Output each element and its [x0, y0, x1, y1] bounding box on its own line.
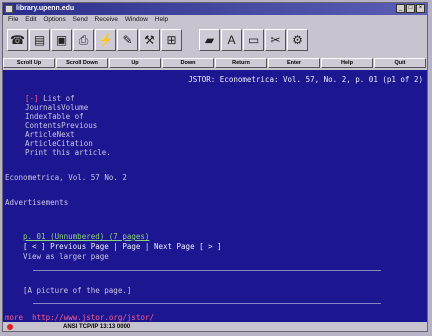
link-index-table[interactable]: IndexTable of: [25, 112, 84, 121]
advertisements-label: Advertisements: [5, 198, 69, 207]
menu-help[interactable]: Help: [155, 16, 168, 23]
page-header: JSTOR: Econometrica: Vol. 57, No. 2, p. …: [188, 75, 423, 84]
settings-icon[interactable]: ⚙: [287, 29, 308, 51]
page-picture-placeholder: [A picture of the page.]: [23, 286, 132, 295]
down-button[interactable]: Down: [162, 58, 214, 68]
link-contents-previous[interactable]: ContentsPrevious: [25, 121, 97, 130]
close-button[interactable]: ×: [416, 4, 425, 13]
save-icon[interactable]: ▣: [51, 29, 72, 51]
url-line[interactable]: more http://www.jstor.org/jstor/: [5, 313, 154, 322]
menu-edit[interactable]: Edit: [25, 16, 36, 23]
connection-led-icon: [7, 324, 13, 330]
toolbar: ☎ ▤ ▣ ⎙ ⚡ ✎ ⚒ ⊞ ▰ A ▭ ✂ ⚙: [3, 26, 427, 56]
folder-icon[interactable]: ▰: [199, 29, 220, 51]
current-link-marker[interactable]: [-]: [25, 94, 39, 103]
minimize-button[interactable]: _: [396, 4, 405, 13]
edit-icon[interactable]: ✎: [117, 29, 138, 51]
status-text: ANSI TCP/IP 13:13 0000: [63, 324, 131, 330]
link-print-article[interactable]: Print this article.: [25, 148, 111, 157]
phone-icon[interactable]: ☎: [7, 29, 28, 51]
divider-bottom: [33, 303, 381, 304]
scroll-down-button[interactable]: Scroll Down: [56, 58, 108, 68]
menu-options[interactable]: Options: [43, 16, 65, 23]
menu-window[interactable]: Window: [125, 16, 148, 23]
link-article-citation[interactable]: ArticleCitation: [25, 139, 93, 148]
scroll-up-button[interactable]: Scroll Up: [3, 58, 55, 68]
status-bar: ANSI TCP/IP 13:13 0000: [3, 322, 427, 331]
document-icon[interactable]: ▤: [29, 29, 50, 51]
window-title: library.upenn.edu: [16, 5, 75, 12]
title-bar: library.upenn.edu _ □ ×: [3, 3, 427, 15]
link-article-next[interactable]: ArticleNext: [25, 130, 75, 139]
cut-icon[interactable]: ✂: [265, 29, 286, 51]
view-larger-page-link[interactable]: View as larger page: [23, 252, 109, 261]
menu-file[interactable]: File: [8, 16, 18, 23]
monitor-icon[interactable]: ▭: [243, 29, 264, 51]
browser-window: library.upenn.edu _ □ × File Edit Option…: [2, 2, 428, 332]
app-icon: [5, 5, 13, 13]
menu-receive[interactable]: Receive: [95, 16, 118, 23]
maximize-button[interactable]: □: [406, 4, 415, 13]
page-link[interactable]: p. 01 (Unnumbered) (7 pages): [23, 232, 149, 241]
up-button[interactable]: Up: [109, 58, 161, 68]
link-journals-volume[interactable]: JournalsVolume: [25, 103, 88, 112]
font-icon[interactable]: A: [221, 29, 242, 51]
return-button[interactable]: Return: [215, 58, 267, 68]
enter-button[interactable]: Enter: [268, 58, 320, 68]
tools-icon[interactable]: ⚒: [139, 29, 160, 51]
print-icon[interactable]: ⎙: [73, 29, 94, 51]
page-navigation[interactable]: [ < ] Previous Page | Page | Next Page […: [23, 242, 222, 251]
divider-top: [33, 270, 381, 271]
network-icon[interactable]: ⊞: [161, 29, 182, 51]
menu-send[interactable]: Send: [73, 16, 88, 23]
list-of-line: [-] List of: [25, 94, 75, 103]
menu-bar: File Edit Options Send Receive Window He…: [3, 15, 427, 25]
terminal-screen: JSTOR: Econometrica: Vol. 57, No. 2, p. …: [3, 70, 427, 322]
journal-title: Econometrica, Vol. 57 No. 2: [5, 173, 127, 182]
help-button[interactable]: Help: [321, 58, 373, 68]
quit-button[interactable]: Quit: [374, 58, 426, 68]
list-of-label[interactable]: List of: [43, 94, 75, 103]
button-bar: Scroll Up Scroll Down Up Down Return Ent…: [3, 58, 427, 69]
connect-icon[interactable]: ⚡: [95, 29, 116, 51]
